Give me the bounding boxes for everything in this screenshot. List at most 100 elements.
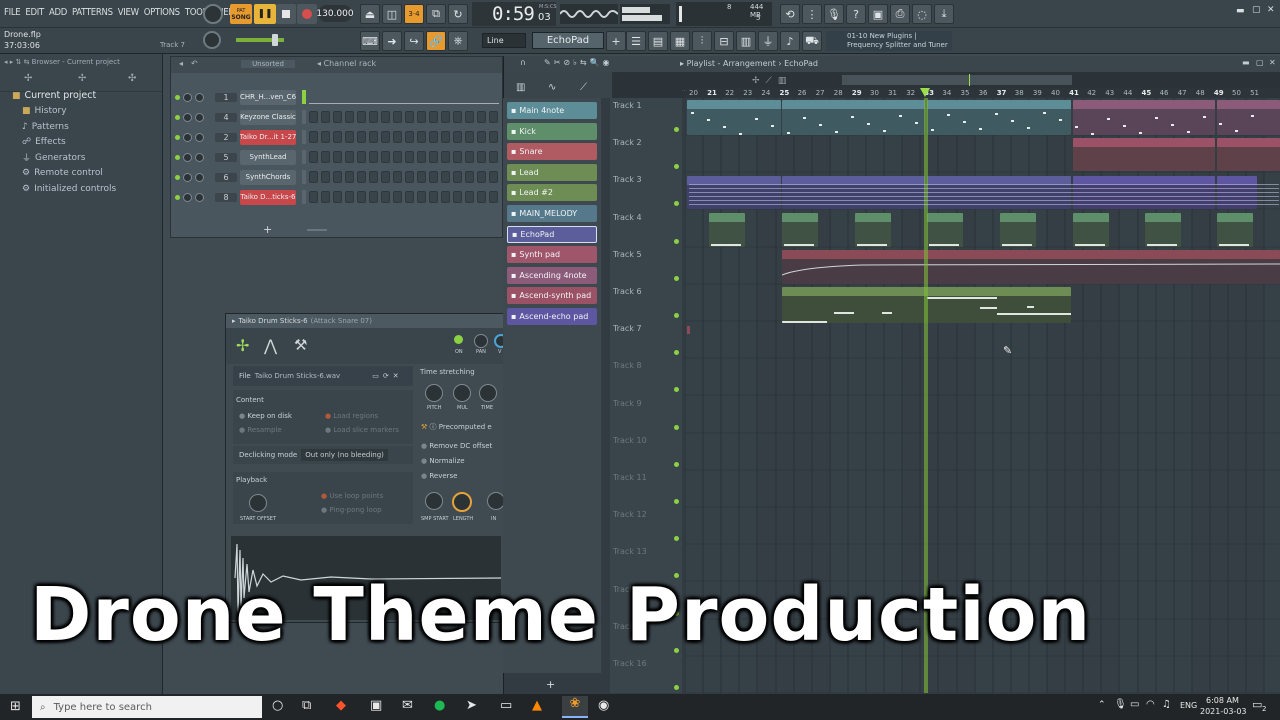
browser-item-current-project[interactable]: ■ Current project: [12, 88, 162, 104]
keep-on-disk-option[interactable]: ● Keep on disk: [239, 412, 292, 420]
mute-led-icon[interactable]: [175, 194, 180, 200]
step-button[interactable]: [345, 151, 354, 163]
mute-led-icon[interactable]: [175, 134, 180, 140]
add-pattern-plus[interactable]: +: [546, 678, 555, 691]
step-button[interactable]: [309, 151, 318, 163]
save-button[interactable]: ▣: [868, 4, 888, 24]
playlist-button[interactable]: ☰: [626, 31, 646, 51]
browser-item-patterns[interactable]: ♪ Patterns: [12, 119, 162, 135]
declick-select[interactable]: Out only (no bleeding): [301, 449, 388, 461]
pattern-item[interactable]: ▪ Ascend-synth pad: [507, 287, 597, 305]
track-mute-led[interactable]: [674, 350, 679, 356]
step-button[interactable]: [369, 151, 378, 163]
cortana-icon[interactable]: ○: [272, 698, 283, 713]
channel-name-button[interactable]: CHR_H...ven_C6: [240, 89, 296, 105]
help-button[interactable]: ?: [846, 4, 866, 24]
brave-icon[interactable]: ◆: [336, 698, 346, 713]
track-label[interactable]: Track 10: [613, 436, 647, 445]
track-mute-led[interactable]: [674, 685, 679, 690]
track-mute-led[interactable]: [674, 499, 679, 504]
timeline-ruler[interactable]: 20 21 22 23 24 25 26 27 28 29 30 31 32 33 34 35 36 37 38 39…: [685, 88, 1280, 98]
telegram-icon[interactable]: ➤: [466, 698, 477, 713]
browser-item-remote-control[interactable]: ⚙ Remote control: [12, 166, 162, 182]
step-button[interactable]: [477, 111, 486, 123]
pattern-selector[interactable]: EchoPad: [532, 32, 604, 49]
track-label[interactable]: Track 1: [613, 101, 642, 110]
vlc-icon[interactable]: ▲: [532, 698, 542, 713]
step-button[interactable]: [429, 131, 438, 143]
step-button[interactable]: [477, 191, 486, 203]
step-button[interactable]: [465, 111, 474, 123]
pattern-item[interactable]: ▪ Snare: [507, 143, 597, 161]
track-label[interactable]: Track 16: [613, 659, 647, 668]
playlist-maximize-icon[interactable]: ▢: [1256, 58, 1264, 67]
step-button[interactable]: [465, 151, 474, 163]
step-button[interactable]: [369, 191, 378, 203]
rack-menu-icon[interactable]: ◂: [179, 59, 183, 68]
playlist-minimize-icon[interactable]: ▬: [1242, 58, 1250, 67]
step-button[interactable]: [321, 111, 330, 123]
remove-dc-option[interactable]: ● Remove DC offset: [421, 442, 492, 450]
menu-options[interactable]: OPTIONS: [144, 7, 180, 18]
step-button[interactable]: [321, 171, 330, 183]
link-button[interactable]: 🔗: [426, 31, 446, 51]
step-button[interactable]: [357, 131, 366, 143]
step-button[interactable]: [489, 131, 498, 143]
mixer-track-number[interactable]: 5: [215, 152, 237, 162]
volume-knob[interactable]: [195, 112, 204, 122]
mixer-track-number[interactable]: 2: [215, 132, 237, 142]
clock-date[interactable]: 2021-03-03: [1200, 707, 1247, 716]
browser-sort-icon[interactable]: ✢: [78, 73, 86, 84]
volume-knob[interactable]: [195, 92, 204, 102]
clip-kick[interactable]: Kick: [1217, 213, 1253, 247]
countdown-button[interactable]: 3·4: [404, 4, 424, 24]
time-display-panel[interactable]: 0:59 M:S:CS 03: [472, 2, 557, 26]
rack-swing-icon[interactable]: ↶: [191, 59, 198, 68]
taskbar-search-box[interactable]: ⌕ Type here to search: [32, 696, 262, 718]
step-button[interactable]: [333, 191, 342, 203]
step-button[interactable]: [381, 151, 390, 163]
step-button[interactable]: [381, 111, 390, 123]
mute-led-icon[interactable]: [175, 114, 180, 120]
step-button[interactable]: [333, 111, 342, 123]
touch-keyboard-button[interactable]: ♪: [780, 31, 800, 51]
step-button[interactable]: [489, 171, 498, 183]
file-name[interactable]: Taiko Drum Sticks-6.wav: [255, 372, 340, 380]
pattern-item[interactable]: ▪ Synth pad: [507, 246, 597, 264]
stop-button[interactable]: [276, 4, 296, 24]
volume-icon[interactable]: ♫: [1162, 699, 1171, 710]
sample-start-knob[interactable]: [425, 492, 443, 510]
step-button[interactable]: [381, 191, 390, 203]
channel-row[interactable]: 2 Taiko Dr...it 1-27: [175, 129, 498, 145]
step-button[interactable]: [405, 151, 414, 163]
step-edit-button[interactable]: ➜: [382, 31, 402, 51]
step-button[interactable]: [393, 191, 402, 203]
tray-expand-icon[interactable]: ⌃: [1098, 700, 1106, 710]
mute-led-icon[interactable]: [175, 154, 180, 160]
play-button[interactable]: ❚❚: [254, 4, 276, 24]
track-label[interactable]: Track 7: [613, 324, 642, 333]
channel-name-button[interactable]: Taiko D...ticks-6: [240, 189, 296, 205]
channel-rack-button[interactable]: ▦: [670, 31, 690, 51]
menu-file[interactable]: FILE: [4, 7, 21, 18]
step-button[interactable]: [381, 131, 390, 143]
step-button[interactable]: [369, 171, 378, 183]
mic-tray-icon[interactable]: 🎙: [1114, 699, 1127, 710]
pattern-item[interactable]: ▪ Main 4note: [507, 102, 597, 119]
automation-clip-icon[interactable]: ⟋: [580, 82, 587, 93]
channel-select-led[interactable]: [302, 170, 306, 184]
spotify-icon[interactable]: ●: [434, 698, 445, 713]
clear-icon[interactable]: ✕: [393, 372, 399, 380]
volume-knob[interactable]: [195, 152, 204, 162]
windows-start-icon[interactable]: ⊞: [10, 699, 21, 714]
pattern-item[interactable]: ▪ Ascend-echo pad: [507, 308, 597, 325]
step-button[interactable]: [465, 131, 474, 143]
reverse-option[interactable]: ● Reverse: [421, 472, 457, 480]
wifi-icon[interactable]: ◠: [1146, 699, 1155, 710]
ping-pong-option[interactable]: ● Ping-pong loop: [321, 506, 382, 514]
mute-led-icon[interactable]: [175, 94, 180, 100]
obs-icon[interactable]: ◉: [598, 698, 609, 713]
step-button[interactable]: [477, 171, 486, 183]
channel-row[interactable]: 5 SynthLead: [175, 149, 498, 165]
task-view-icon[interactable]: ⧉: [302, 698, 311, 713]
